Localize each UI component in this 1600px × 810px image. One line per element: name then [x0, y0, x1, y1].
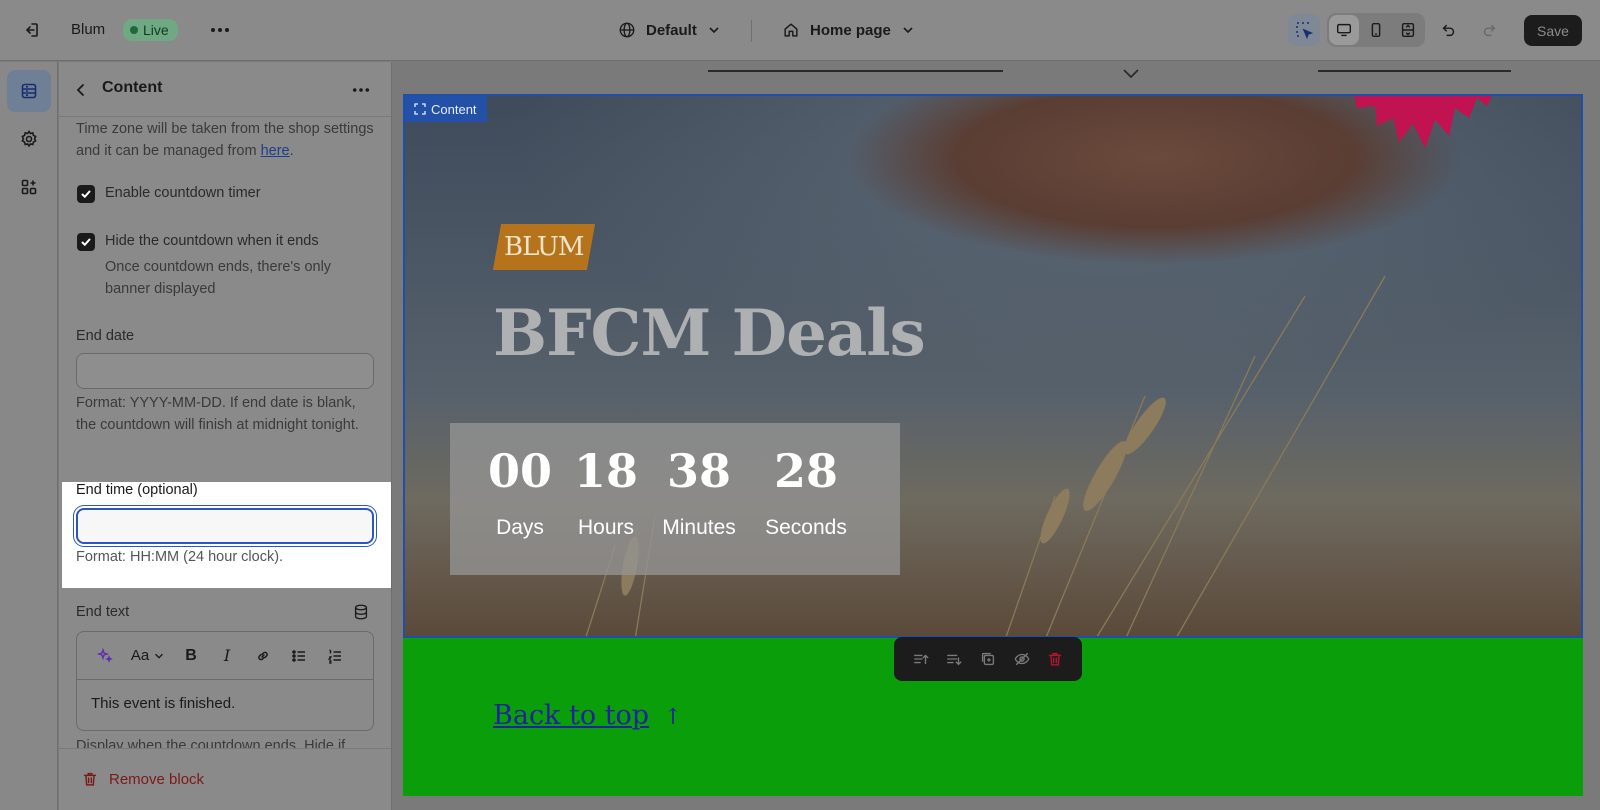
rte-toolbar: Aa B I — [77, 632, 373, 680]
panel-header: Content — [59, 62, 391, 117]
mobile-icon[interactable] — [1361, 15, 1391, 45]
hide-countdown-help: Once countdown ends, there's only banner… — [105, 259, 332, 297]
header-remnant — [708, 69, 1511, 79]
top-bar: Blum Live Default Home page Save — [0, 0, 1600, 61]
theme-select-label: Default — [646, 21, 697, 39]
up-arrow-icon: ↑ — [663, 705, 683, 730]
chevron-down-icon — [709, 27, 719, 34]
settings-panel: Content Time zone will be taken from the… — [59, 62, 392, 810]
theme-preview: Content BLUM BFCM Deals 00 Days 18 Hours… — [393, 62, 1600, 810]
sections-icon[interactable] — [7, 70, 51, 112]
brand-logo: BLUM — [492, 224, 596, 270]
fullscreen-icon[interactable] — [1393, 15, 1423, 45]
delete-trash-icon[interactable] — [1046, 650, 1064, 668]
undo-icon[interactable] — [1433, 14, 1465, 46]
remove-block-row: Remove block — [59, 748, 391, 810]
panel-more-icon[interactable] — [345, 74, 377, 106]
end-text-content[interactable]: This event is finished. — [77, 680, 373, 727]
remove-block-label: Remove block — [109, 770, 205, 788]
italic-icon[interactable]: I — [211, 640, 243, 672]
timezone-help: Time zone will be taken from the shop se… — [76, 118, 376, 162]
timezone-help-text: Time zone will be taken from the shop se… — [76, 121, 374, 159]
countdown-seconds-value: 28 — [773, 444, 838, 498]
block-toolbar — [894, 637, 1082, 681]
back-to-top-link[interactable]: Back to top ↑ — [493, 700, 682, 731]
hide-countdown-label[interactable]: Hide the countdown when it ends — [105, 230, 319, 252]
countdown-hours: 18 Hours — [566, 441, 646, 543]
brand-logo-text: BLUM — [504, 232, 584, 262]
countdown-minutes-value: 38 — [666, 444, 731, 498]
end-date-input[interactable] — [76, 353, 374, 389]
more-options-icon[interactable] — [204, 14, 236, 46]
trash-icon — [83, 772, 97, 786]
timezone-help-end: . — [289, 143, 294, 159]
redo-icon[interactable] — [1473, 14, 1505, 46]
home-icon — [784, 23, 798, 37]
countdown-days: 00 Days — [480, 441, 560, 543]
apps-icon[interactable] — [7, 166, 51, 208]
end-time-help: Format: HH:MM (24 hour clock). — [76, 549, 284, 565]
hero-headline: BFCM Deals — [493, 296, 926, 371]
enable-countdown-checkbox[interactable] — [77, 185, 95, 203]
hide-eye-icon[interactable] — [1013, 650, 1031, 668]
theme-select[interactable]: Default — [618, 21, 721, 39]
end-text-editor: Aa B I This event is finished. — [76, 631, 374, 731]
font-style-dropdown[interactable]: Aa — [125, 640, 171, 672]
divider — [751, 20, 752, 42]
countdown-days-label: Days — [496, 516, 544, 539]
move-up-icon[interactable] — [912, 650, 930, 668]
duplicate-icon[interactable] — [979, 650, 997, 668]
status-badge-label: Live — [143, 22, 169, 38]
content-selection-tag[interactable]: Content — [405, 96, 487, 122]
page-select[interactable]: Home page — [782, 21, 915, 39]
bullet-list-icon[interactable] — [283, 640, 315, 672]
live-dot-icon — [130, 26, 138, 34]
desktop-icon[interactable] — [1329, 15, 1359, 45]
content-tag-label: Content — [431, 101, 477, 117]
back-arrow-icon[interactable] — [65, 74, 97, 106]
numbered-list-icon[interactable] — [319, 640, 351, 672]
countdown-days-value: 00 — [487, 444, 552, 498]
timezone-settings-link[interactable]: here — [261, 143, 290, 159]
remove-block-button[interactable]: Remove block — [81, 770, 204, 788]
countdown-minutes-label: Minutes — [662, 516, 736, 539]
magic-sparkle-icon[interactable] — [89, 640, 121, 672]
end-date-label: End date — [76, 328, 135, 344]
exit-icon[interactable] — [15, 14, 47, 46]
chevron-down-icon — [155, 653, 164, 659]
checkmark-icon — [81, 190, 91, 198]
bold-icon[interactable]: B — [175, 640, 207, 672]
end-text-label: End text — [76, 604, 130, 620]
viewport-toggle — [1327, 13, 1425, 47]
font-style-icon: Aa — [130, 647, 150, 664]
status-badge: Live — [123, 19, 178, 41]
end-date-help: Format: YYYY-MM-DD. If end date is blank… — [76, 395, 359, 433]
link-icon[interactable] — [247, 640, 279, 672]
hide-countdown-checkbox[interactable] — [77, 233, 95, 251]
checkmark-icon — [81, 238, 91, 246]
countdown-minutes: 38 Minutes — [650, 441, 748, 543]
settings-gear-icon[interactable] — [7, 118, 51, 160]
countdown-seconds: 28 Seconds — [756, 441, 856, 543]
countdown-timer: 00 Days 18 Hours 38 Minutes 28 Seconds — [450, 423, 900, 575]
end-time-label: End time (optional) — [76, 482, 198, 498]
move-down-icon[interactable] — [945, 650, 963, 668]
end-time-input[interactable] — [76, 508, 374, 544]
back-to-top-label: Back to top — [493, 700, 650, 731]
save-button[interactable]: Save — [1524, 15, 1582, 46]
chevron-down-icon — [903, 27, 913, 34]
hero-banner[interactable]: Content BLUM BFCM Deals 00 Days 18 Hours… — [403, 94, 1583, 638]
globe-icon — [619, 22, 635, 38]
panel-title: Content — [102, 79, 163, 96]
left-rail — [0, 62, 58, 810]
select-frame-icon — [414, 103, 426, 115]
countdown-hours-value: 18 — [573, 444, 638, 498]
countdown-hours-label: Hours — [577, 516, 635, 539]
dynamic-source-icon[interactable] — [345, 596, 377, 628]
countdown-seconds-label: Seconds — [765, 516, 847, 539]
inspector-icon[interactable] — [1288, 14, 1320, 46]
store-name: Blum — [71, 21, 106, 38]
page-select-label: Home page — [810, 21, 891, 39]
enable-countdown-label[interactable]: Enable countdown timer — [105, 182, 261, 204]
